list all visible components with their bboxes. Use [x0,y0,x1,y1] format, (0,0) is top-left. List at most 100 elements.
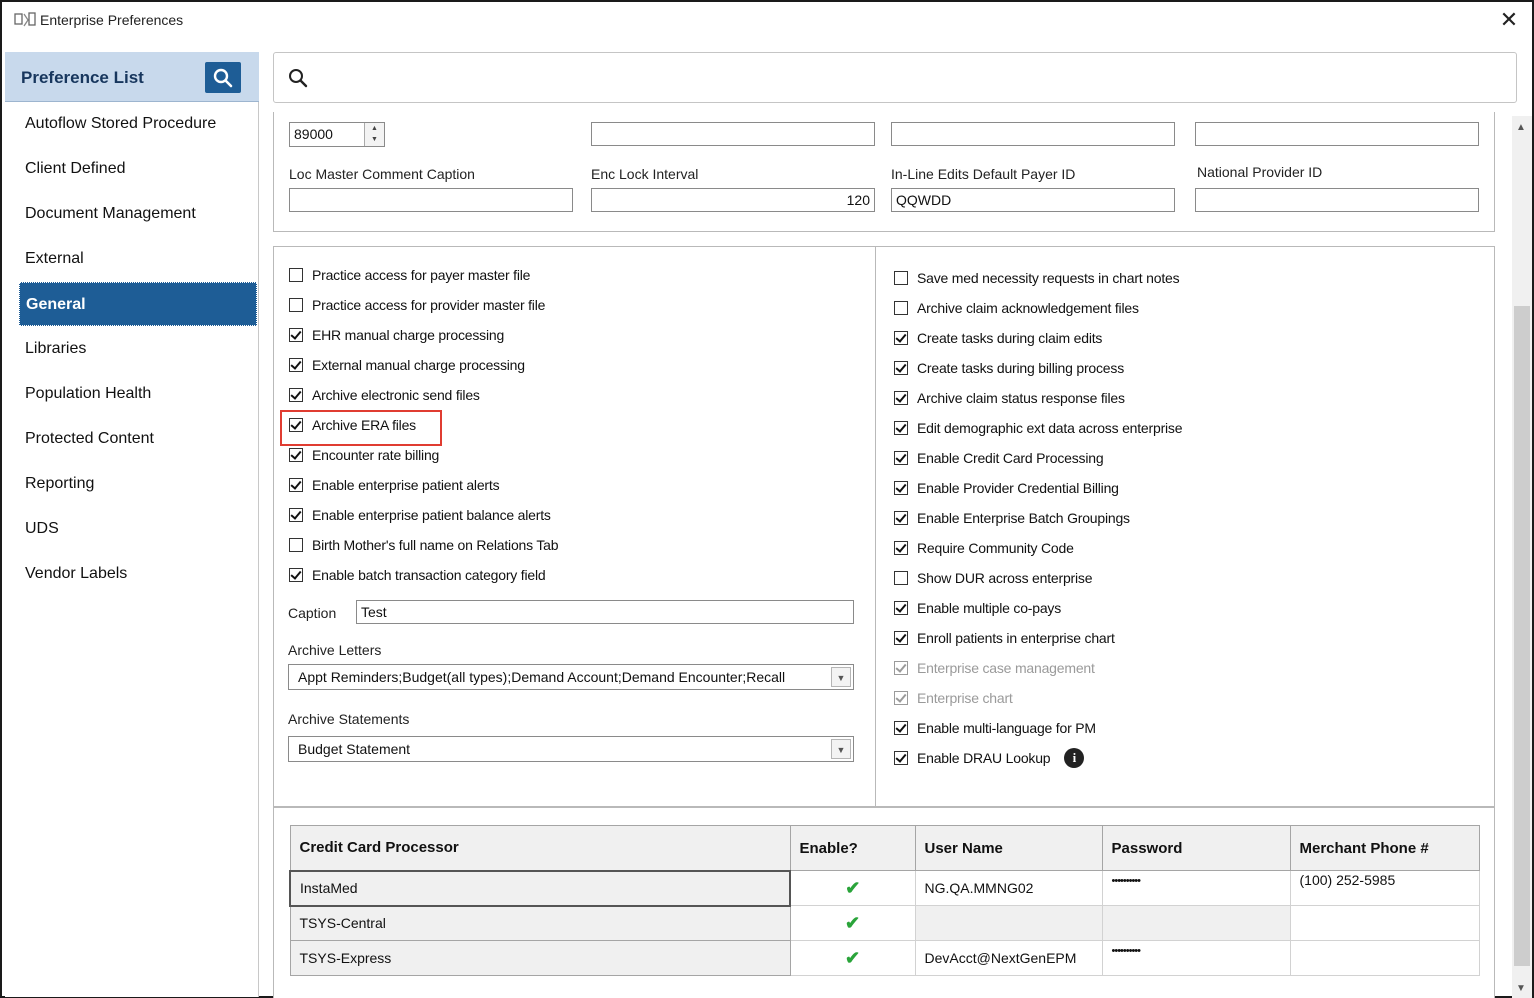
cell-processor[interactable]: TSYS-Express [289,940,791,976]
checkbox-box[interactable] [894,391,908,405]
table-row[interactable]: TSYS-Express ✔ DevAcct@NextGenEPM ••••••… [289,940,1480,976]
chevron-down-icon[interactable]: ▼ [831,667,851,687]
cell-password[interactable]: •••••••••• [1101,940,1291,976]
cell-enable[interactable]: ✔ [789,905,916,941]
col-header-merchant-phone[interactable]: Merchant Phone # [1289,825,1480,871]
text-field-row1-col3[interactable] [891,122,1175,146]
checkbox-multiple-copays[interactable]: Enable multiple co-pays [894,597,1061,619]
table-row[interactable]: TSYS-Central ✔ [289,905,1480,941]
sidebar-item-vendor-labels[interactable]: Vendor Labels [19,552,257,596]
numeric-spinner[interactable]: 89000 ▲ ▼ [289,122,385,147]
checkbox-enroll-enterprise-chart[interactable]: Enroll patients in enterprise chart [894,627,1115,649]
checkbox-box[interactable] [894,421,908,435]
spinner-up-icon[interactable]: ▲ [365,123,384,134]
checkbox-archive-claim-status[interactable]: Archive claim status response files [894,387,1125,409]
checkbox-drau-lookup[interactable]: Enable DRAU Lookup i [894,747,1085,769]
checkbox-box[interactable] [289,268,303,282]
enc-lock-interval-field[interactable]: 120 [591,188,875,212]
spinner-down-icon[interactable]: ▼ [365,134,384,145]
checkbox-credit-card-processing[interactable]: Enable Credit Card Processing [894,447,1104,469]
checkbox-birth-mother-full-name[interactable]: Birth Mother's full name on Relations Ta… [289,534,559,556]
scroll-up-icon[interactable]: ▲ [1516,122,1526,133]
checkbox-practice-access-payer-master[interactable]: Practice access for payer master file [289,264,530,286]
checkbox-box[interactable] [289,328,303,342]
checkbox-multi-language-pm[interactable]: Enable multi-language for PM [894,717,1096,739]
checkbox-enterprise-batch-groupings[interactable]: Enable Enterprise Batch Groupings [894,507,1130,529]
checkbox-box[interactable] [894,271,908,285]
checkbox-archive-electronic-send[interactable]: Archive electronic send files [289,384,480,406]
cell-merchant-phone[interactable] [1289,905,1480,941]
checkbox-tasks-claim-edits[interactable]: Create tasks during claim edits [894,327,1102,349]
close-icon[interactable]: ✕ [1496,7,1522,33]
national-provider-id-field[interactable] [1195,188,1479,212]
scroll-down-icon[interactable]: ▼ [1516,983,1526,994]
checkbox-box[interactable] [894,361,908,375]
checkbox-ehr-manual-charge[interactable]: EHR manual charge processing [289,324,504,346]
caption-field[interactable]: Test [356,600,854,624]
checkbox-box[interactable] [894,631,908,645]
checkbox-box[interactable] [289,538,303,552]
checkbox-box[interactable] [894,601,908,615]
sidebar-item-reporting[interactable]: Reporting [19,462,257,506]
checkbox-box[interactable] [894,541,908,555]
checkbox-edit-demographic-ext[interactable]: Edit demographic ext data across enterpr… [894,417,1183,439]
loc-master-comment-caption-field[interactable] [289,188,573,212]
spinner-value[interactable]: 89000 [294,126,333,142]
checkbox-archive-era-files[interactable]: Archive ERA files [289,414,416,436]
cell-password[interactable] [1101,905,1291,941]
checkbox-enterprise-patient-balance-alerts[interactable]: Enable enterprise patient balance alerts [289,504,551,526]
cell-processor[interactable]: TSYS-Central [289,905,791,941]
sidebar-item-population-health[interactable]: Population Health [19,372,257,416]
checkbox-box[interactable] [289,358,303,372]
sidebar-item-client-defined[interactable]: Client Defined [19,147,257,191]
checkbox-save-med-necessity[interactable]: Save med necessity requests in chart not… [894,267,1180,289]
cell-enable[interactable]: ✔ [789,940,916,976]
archive-letters-dropdown[interactable]: Appt Reminders;Budget(all types);Demand … [288,664,854,690]
cell-user-name[interactable]: DevAcct@NextGenEPM [914,940,1103,976]
sidebar-item-protected-content[interactable]: Protected Content [19,417,257,461]
col-header-password[interactable]: Password [1101,825,1291,871]
info-icon[interactable]: i [1064,748,1085,768]
chevron-down-icon[interactable]: ▼ [831,739,851,759]
text-field-row1-col4[interactable] [1195,122,1479,146]
scrollbar-thumb[interactable] [1514,306,1530,966]
cell-merchant-phone[interactable] [1289,940,1480,976]
checkbox-box[interactable] [289,388,303,402]
checkbox-box[interactable] [289,298,303,312]
col-header-processor[interactable]: Credit Card Processor [289,825,791,871]
table-row[interactable]: InstaMed ✔ NG.QA.MMNG02 •••••••••• (100)… [289,869,1480,907]
text-field-row1-col2[interactable] [591,122,875,146]
cell-user-name[interactable] [914,905,1103,941]
checkbox-tasks-billing-process[interactable]: Create tasks during billing process [894,357,1124,379]
vertical-scrollbar[interactable]: ▲ ▼ [1512,116,1532,998]
checkbox-archive-claim-ack[interactable]: Archive claim acknowledgement files [894,297,1139,319]
checkbox-box[interactable] [894,751,908,765]
archive-statements-dropdown[interactable]: Budget Statement ▼ [288,736,854,762]
checkbox-box[interactable] [289,478,303,492]
checkbox-box[interactable] [894,511,908,525]
checkbox-box[interactable] [894,331,908,345]
sidebar-item-general[interactable]: General [19,282,257,326]
sidebar-item-libraries[interactable]: Libraries [19,327,257,371]
cell-password[interactable]: •••••••••• [1101,870,1291,906]
checkbox-external-manual-charge[interactable]: External manual charge processing [289,354,525,376]
checkbox-box[interactable] [894,571,908,585]
cell-processor[interactable]: InstaMed [289,869,791,907]
cell-user-name[interactable]: NG.QA.MMNG02 [914,870,1103,906]
checkbox-box[interactable] [894,301,908,315]
preference-search-box[interactable] [273,52,1517,103]
checkbox-enterprise-patient-alerts[interactable]: Enable enterprise patient alerts [289,474,500,496]
checkbox-box[interactable] [289,568,303,582]
checkbox-practice-access-provider-master[interactable]: Practice access for provider master file [289,294,545,316]
checkbox-box[interactable] [289,508,303,522]
checkbox-batch-transaction-category[interactable]: Enable batch transaction category field [289,564,546,586]
checkbox-encounter-rate-billing[interactable]: Encounter rate billing [289,444,439,466]
checkbox-box[interactable] [289,418,303,432]
search-input[interactable] [318,63,1498,93]
inline-edits-payer-id-field[interactable]: QQWDD [891,188,1175,212]
checkbox-box[interactable] [289,448,303,462]
checkbox-box[interactable] [894,451,908,465]
col-header-enable[interactable]: Enable? [789,825,916,871]
sidebar-item-autoflow-stored-procedure[interactable]: Autoflow Stored Procedure [19,102,257,146]
col-header-user-name[interactable]: User Name [914,825,1103,871]
